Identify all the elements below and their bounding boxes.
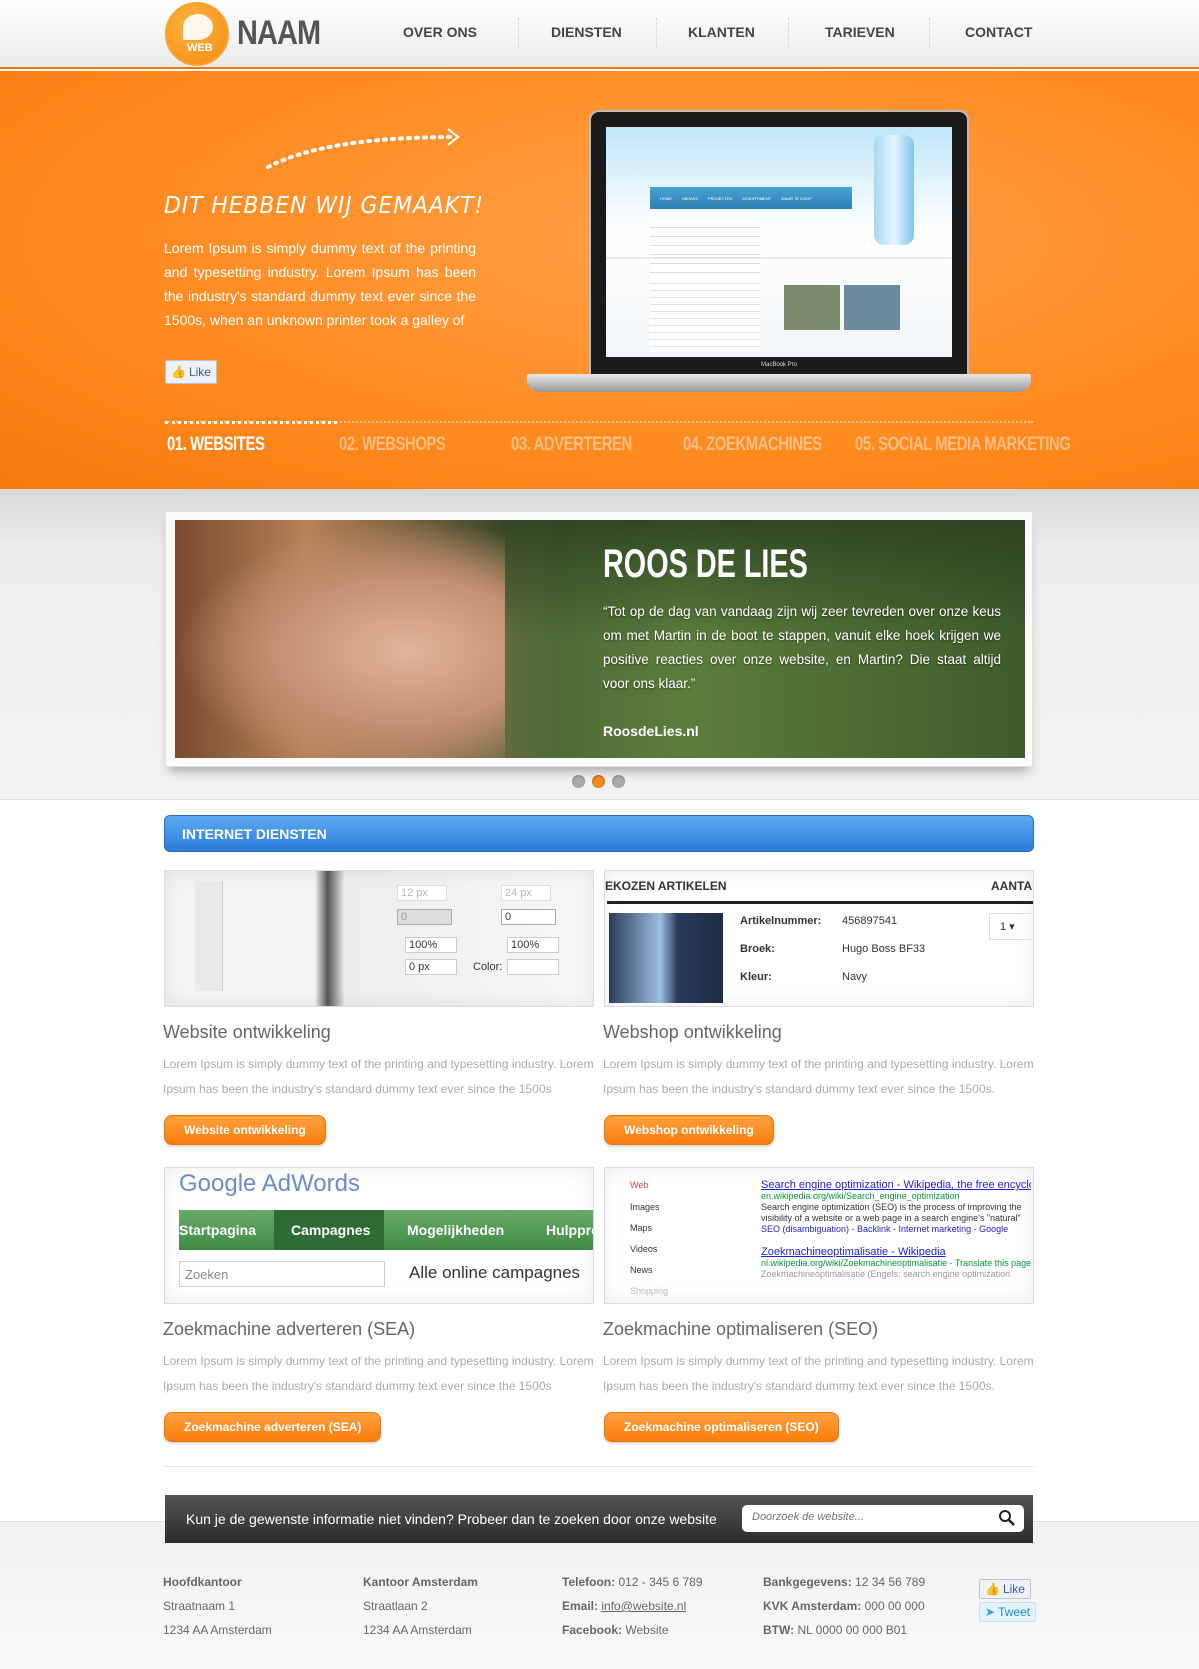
slider-dot-active[interactable] — [592, 775, 605, 788]
hero-tab-social-media[interactable]: 05. SOCIAL MEDIA MARKETING — [855, 434, 1071, 456]
slide: ROOS DE LIES “Tot op de dag van vandaag … — [175, 520, 1025, 758]
hero-tab-adverteren[interactable]: 03. ADVERTEREN — [511, 434, 632, 456]
twitter-bird-icon: ➤ — [985, 1605, 996, 1619]
facebook-link[interactable]: Website — [625, 1623, 668, 1637]
nav-over-ons[interactable]: OVER ONS — [403, 24, 477, 40]
header: WEB NAAM OVER ONS DIENSTEN KLANTEN TARIE… — [0, 0, 1199, 69]
nav-divider — [788, 18, 789, 48]
email-link[interactable]: info@website.nl — [601, 1599, 686, 1613]
nav-divider — [929, 18, 930, 48]
toolbar-image — [195, 881, 223, 991]
footer-col-bank: Bankgegevens: 12 34 56 789 KVK Amsterdam… — [763, 1575, 926, 1637]
product-image — [609, 913, 723, 1003]
hero-tab-zoekmachines[interactable]: 04. ZOEKMACHINES — [683, 434, 822, 456]
testimonial-name: ROOS DE LIES — [603, 542, 808, 586]
service-title: Zoekmachine optimaliseren (SEO) — [603, 1319, 879, 1339]
section-heading: INTERNET DIENSTEN — [164, 815, 1034, 852]
footer-col-hoofdkantoor: Hoofdkantoor Straatnaam 1 1234 AA Amster… — [163, 1575, 272, 1637]
adwords-thumbnail: Google AdWords Startpagina Campagnes Mog… — [164, 1167, 594, 1304]
website-preview: HOME NIEUWS PROJECTEN ASSORTIMENT WAAR TE KO… — [606, 127, 952, 357]
footer-like-button[interactable]: 👍 Like — [979, 1579, 1031, 1599]
nav-contact[interactable]: CONTACT — [965, 24, 1032, 40]
testimonial-site[interactable]: RoosdeLies.nl — [603, 723, 699, 739]
testimonial-quote: “Tot op de dag van vandaag zijn wij zeer… — [603, 604, 1001, 691]
nav-klanten[interactable]: KLANTEN — [688, 24, 755, 40]
slider-dot[interactable] — [612, 775, 625, 788]
footer-col-amsterdam: Kantoor Amsterdam Straatlaan 2 1234 AA A… — [363, 1575, 478, 1637]
service-text: Lorem Ipsum is simply dummy text of the … — [603, 1057, 1034, 1096]
hero-tab-websites[interactable]: 01. WEBSITES — [167, 434, 265, 456]
nav-divider — [656, 18, 657, 48]
webshop-thumbnail: EKOZEN ARTIKELEN AANTAL Artikelnummer: 4… — [604, 870, 1034, 1007]
webshop-ontwikkeling-button[interactable]: Webshop ontwikkeling — [604, 1115, 774, 1145]
brand-name[interactable]: NAAM — [237, 14, 321, 53]
slider-dot[interactable] — [572, 775, 585, 788]
photo-thumbnail — [844, 285, 900, 330]
logo[interactable]: WEB — [165, 2, 229, 66]
service-text: Lorem Ipsum is simply dummy text of the … — [163, 1057, 594, 1096]
search-icon[interactable] — [998, 1509, 1016, 1527]
website-ontwikkeling-button[interactable]: Website ontwikkeling — [164, 1115, 326, 1145]
tweet-button[interactable]: ➤ Tweet — [979, 1602, 1037, 1622]
divider — [164, 1466, 1034, 1467]
nav-divider — [518, 18, 519, 48]
laptop-showcase: HOME NIEUWS PROJECTEN ASSORTIMENT WAAR TE KO… — [527, 110, 1031, 400]
nav-diensten[interactable]: DIENSTEN — [551, 24, 622, 40]
site-search-bar: Kun je de gewenste informatie niet vinde… — [165, 1495, 1033, 1543]
facebook-like-button[interactable]: 👍 Like — [165, 360, 217, 384]
sea-button[interactable]: Zoekmachine adverteren (SEA) — [164, 1412, 382, 1442]
service-title: Website ontwikkeling — [163, 1022, 331, 1042]
service-text: Lorem Ipsum is simply dummy text of the … — [163, 1354, 594, 1393]
seo-button[interactable]: Zoekmachine optimaliseren (SEO) — [604, 1412, 839, 1442]
service-title: Zoekmachine adverteren (SEA) — [163, 1319, 416, 1339]
search-prompt: Kun je de gewenste informatie niet vinde… — [186, 1511, 717, 1527]
search-input[interactable] — [752, 1511, 982, 1523]
dotted-arrow-icon — [266, 128, 460, 169]
bottle-image — [874, 135, 914, 245]
seo-thumbnail: Web Images Maps Videos News Shopping Sea… — [604, 1167, 1034, 1304]
photo-thumbnail — [784, 285, 840, 330]
nav-tarieven[interactable]: TARIEVEN — [825, 24, 895, 40]
hero-title: DIT HEBBEN WIJ GEMAAKT! — [164, 193, 485, 219]
footer-col-contact: Telefoon: 012 - 345 6 789 Email: info@we… — [562, 1575, 703, 1637]
portrait-image — [175, 520, 505, 758]
service-text: Lorem Ipsum is simply dummy text of the … — [603, 1354, 1034, 1393]
hero-text: Lorem Ipsum is simply dummy text of the … — [164, 240, 476, 328]
thumbs-up-icon: 👍 — [171, 365, 186, 379]
service-title: Webshop ontwikkeling — [603, 1022, 782, 1042]
hero-tab-webshops[interactable]: 02. WEBSHOPS — [339, 434, 446, 456]
photoshop-thumbnail: 12 px 24 px 0 0 100% 100% 0 px Color: — [164, 870, 594, 1007]
quantity-select: 1 ▾ — [989, 913, 1033, 940]
thumbs-up-icon: 👍 — [985, 1582, 1000, 1596]
